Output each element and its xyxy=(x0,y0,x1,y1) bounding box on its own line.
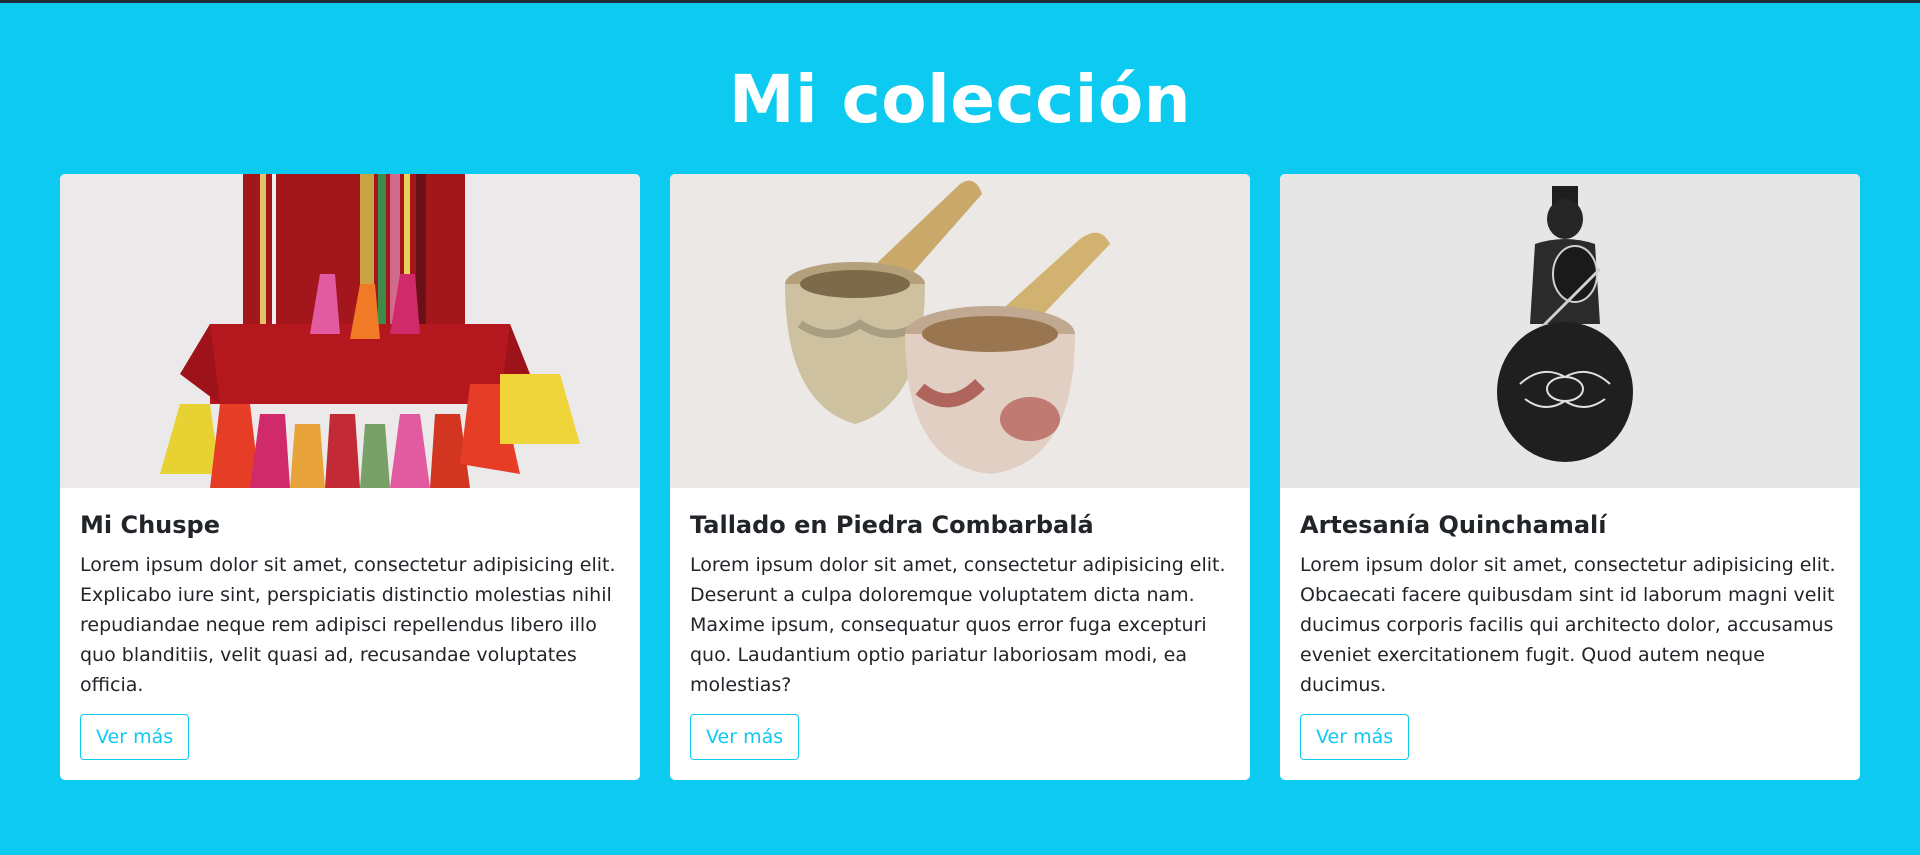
card-text: Lorem ipsum dolor sit amet, consectetur … xyxy=(80,554,616,696)
ver-mas-button[interactable]: Ver más xyxy=(80,714,190,760)
card-body: Tallado en Piedra Combarbalá Lorem ipsum… xyxy=(670,488,1250,780)
card-title: Tallado en Piedra Combarbalá xyxy=(690,511,1094,539)
card-title: Mi Chuspe xyxy=(80,511,220,539)
quinchamali-image xyxy=(1280,174,1860,488)
card-title: Artesanía Quinchamalí xyxy=(1300,511,1607,539)
card-artesania-quinchamali: Artesanía Quinchamalí Lorem ipsum dolor … xyxy=(1280,174,1860,780)
chuspe-image xyxy=(60,174,640,488)
top-border xyxy=(0,0,1920,3)
card-text: Lorem ipsum dolor sit amet, consectetur … xyxy=(1300,554,1836,696)
card-body: Artesanía Quinchamalí Lorem ipsum dolor … xyxy=(1280,488,1860,780)
card-body: Mi Chuspe Lorem ipsum dolor sit amet, co… xyxy=(60,488,640,780)
card-text: Lorem ipsum dolor sit amet, consectetur … xyxy=(690,554,1226,696)
page-title: Mi colección xyxy=(728,61,1192,138)
card-mi-chuspe: Mi Chuspe Lorem ipsum dolor sit amet, co… xyxy=(60,174,640,780)
ver-mas-button[interactable]: Ver más xyxy=(690,714,800,760)
card-tallado-piedra: Tallado en Piedra Combarbalá Lorem ipsum… xyxy=(670,174,1250,780)
ver-mas-button[interactable]: Ver más xyxy=(1300,714,1410,760)
mortar-image xyxy=(670,174,1250,488)
